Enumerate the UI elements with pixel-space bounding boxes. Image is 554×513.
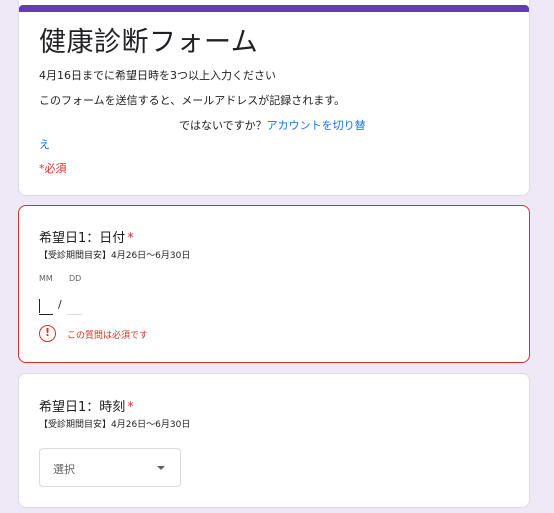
form-description: 4月16日までに希望日時を3つ以上入力ください	[39, 69, 276, 82]
email-notice: このフォームを送信すると、メールアドレスが記録されます。	[39, 94, 346, 107]
month-label: MM	[39, 274, 53, 283]
form-header-card: 健康診断フォーム 4月16日までに希望日時を3つ以上入力ください このフォームを…	[18, 0, 530, 196]
date-question-card: 希望日1：日付 * 【受診期間目安】4月26日〜6月30日 MM DD / ! こ…	[18, 205, 530, 363]
time-question-subtitle: 【受診期間目安】4月26日〜6月30日	[39, 420, 191, 430]
dropdown-arrow-icon	[157, 466, 165, 470]
day-label: DD	[69, 274, 82, 283]
date-question-subtitle: 【受診期間目安】4月26日〜6月30日	[39, 251, 191, 261]
text-cursor	[39, 299, 40, 313]
date-separator: /	[58, 298, 62, 311]
account-switch: ではないですか？アカウントを切り替 え	[39, 118, 379, 153]
time-select[interactable]: 選択	[39, 448, 181, 487]
time-select-value: 選択	[53, 463, 75, 476]
time-question-label: 希望日1：時刻	[39, 400, 126, 415]
date-question-title: 希望日1：日付 *	[39, 227, 134, 246]
date-question-label: 希望日1：日付	[39, 231, 126, 246]
form-title: 健康診断フォーム	[39, 27, 259, 58]
form-accent-bar	[19, 5, 529, 12]
time-question-card: 希望日1：時刻 * 【受診期間目安】4月26日〜6月30日 選択	[18, 373, 530, 508]
required-star: *	[127, 400, 134, 415]
month-input[interactable]	[39, 298, 53, 315]
required-note: *必須	[39, 162, 67, 175]
time-question-title: 希望日1：時刻 *	[39, 396, 134, 415]
required-star: *	[127, 231, 134, 246]
switch-account-link-cont[interactable]: え	[39, 137, 379, 153]
day-input[interactable]	[67, 298, 82, 315]
switch-account-link[interactable]: アカウントを切り替	[267, 119, 366, 132]
account-prefix: ではないですか？	[179, 119, 267, 132]
error-icon: !	[39, 325, 56, 342]
error-message: この質問は必須です	[67, 331, 149, 341]
